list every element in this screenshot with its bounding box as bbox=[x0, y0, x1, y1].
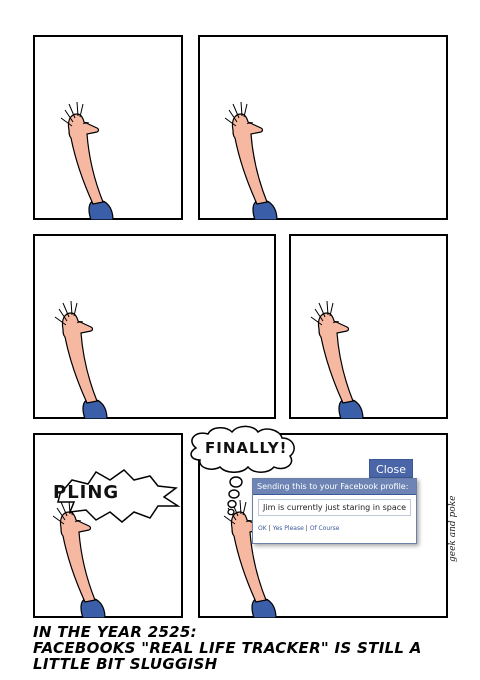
of-course-link[interactable]: Of Course bbox=[310, 525, 340, 532]
finally-thought-cloud bbox=[190, 425, 295, 516]
ok-link[interactable]: OK bbox=[258, 525, 267, 532]
yes-please-link[interactable]: Yes Please bbox=[273, 525, 304, 532]
caption-line-1: IN THE YEAR 2525: bbox=[33, 623, 197, 641]
dialog-header: Sending this to your Facebook profile: bbox=[253, 479, 416, 495]
artist-signature: geek and poke bbox=[448, 495, 458, 562]
close-button[interactable]: Close bbox=[369, 459, 413, 478]
facebook-dialog: Sending this to your Facebook profile: J… bbox=[252, 478, 417, 544]
dialog-actions: OK | Yes Please | Of Course bbox=[258, 525, 411, 532]
caption-line-3: LITTLE BIT SLUGGISH bbox=[33, 655, 218, 673]
dialog-message: Jim is currently just staring in space bbox=[258, 499, 411, 516]
comic-caption: IN THE YEAR 2525: FACEBOOKS "REAL LIFE T… bbox=[33, 624, 463, 672]
caption-line-2: FACEBOOKS "REAL LIFE TRACKER" IS STILL A bbox=[33, 639, 422, 657]
finally-text: FINALLY! bbox=[205, 439, 288, 457]
